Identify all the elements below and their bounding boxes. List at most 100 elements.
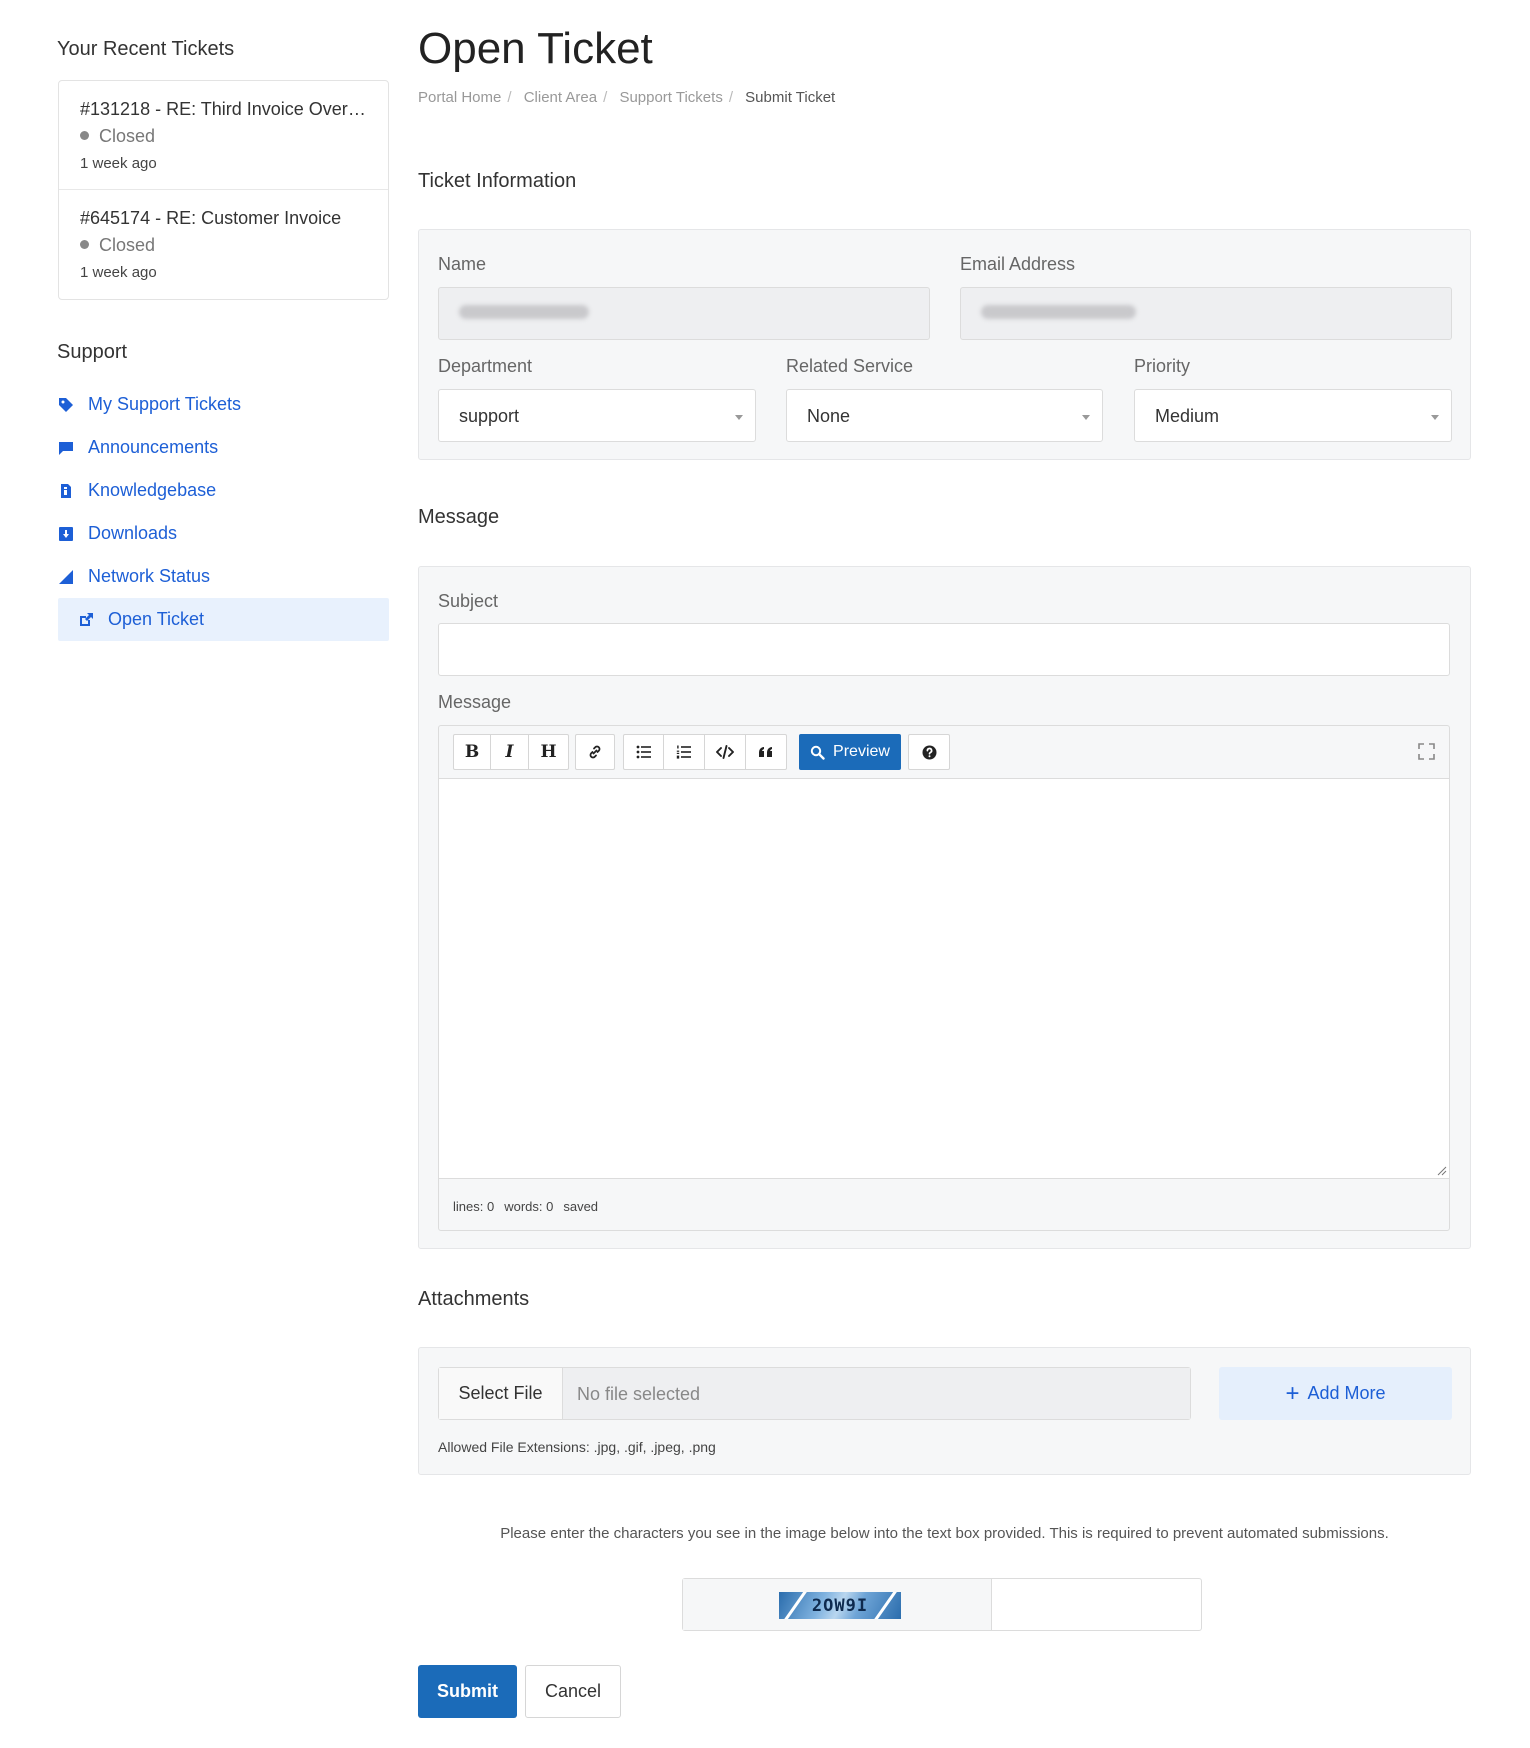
recent-ticket-item[interactable]: #131218 - RE: Third Invoice Overdue Noti… <box>59 81 388 189</box>
preview-label: Preview <box>833 743 890 760</box>
lines-count: lines: 0 <box>453 1199 495 1214</box>
ticket-status: Closed <box>80 126 155 147</box>
recent-tickets-list: #131218 - RE: Third Invoice Overdue Noti… <box>58 80 389 300</box>
italic-button[interactable]: I <box>491 734 529 770</box>
message-panel: Subject Message B I H Preview lines: 0 w… <box>418 566 1471 1249</box>
sidebar-item-label: Open Ticket <box>108 609 205 629</box>
email-value-redacted <box>981 305 1136 319</box>
ticket-title: #131218 - RE: Third Invoice Overdue Noti… <box>80 99 374 119</box>
file-input[interactable]: Select File No file selected <box>438 1367 1191 1420</box>
page-title: Open Ticket <box>418 24 653 73</box>
priority-label: Priority <box>1134 356 1191 376</box>
message-title: Message <box>418 506 500 528</box>
sidebar-item-downloads[interactable]: Downloads <box>58 512 389 555</box>
signal-icon <box>58 569 74 585</box>
sidebar-item-my-support-tickets[interactable]: My Support Tickets <box>58 383 389 426</box>
sidebar-item-label: Announcements <box>88 437 219 457</box>
select-file-button[interactable]: Select File <box>439 1368 563 1419</box>
support-title: Support <box>57 341 128 363</box>
department-value: support <box>459 406 520 426</box>
captcha-input[interactable] <box>993 1579 1201 1630</box>
sidebar-item-label: Knowledgebase <box>88 480 217 500</box>
help-button[interactable] <box>908 734 950 770</box>
subject-input[interactable] <box>438 623 1450 676</box>
file-status: No file selected <box>577 1384 701 1404</box>
department-select[interactable]: support <box>438 389 756 442</box>
quote-button[interactable] <box>746 734 787 770</box>
heading-button[interactable]: H <box>529 734 569 770</box>
allowed-extensions: Allowed File Extensions: .jpg, .gif, .jp… <box>438 1439 716 1455</box>
breadcrumb-client-area[interactable]: Client Area <box>524 89 597 106</box>
preview-button[interactable]: Preview <box>799 734 901 770</box>
breadcrumb-portal-home[interactable]: Portal Home <box>418 89 501 106</box>
bold-button[interactable]: B <box>453 734 491 770</box>
cancel-button[interactable]: Cancel <box>525 1665 621 1718</box>
name-value-redacted <box>459 305 589 319</box>
autosave-status: saved <box>563 1199 599 1214</box>
sidebar-item-announcements[interactable]: Announcements <box>58 426 389 469</box>
related-service-value: None <box>807 406 851 426</box>
email-label: Email Address <box>960 254 1076 274</box>
search-icon <box>810 745 825 760</box>
captcha-image-area: 2OW9I <box>683 1579 992 1630</box>
captcha-image: 2OW9I <box>779 1592 901 1619</box>
recent-tickets-title: Your Recent Tickets <box>57 38 235 60</box>
ticket-title: #645174 - RE: Customer Invoice <box>80 208 342 228</box>
editor-statusbar: lines: 0 words: 0 saved <box>453 1199 608 1214</box>
numbered-list-icon <box>676 745 691 759</box>
sidebar-item-label: Network Status <box>88 566 211 586</box>
chevron-down-icon <box>1431 415 1439 420</box>
status-dot-icon <box>80 131 89 140</box>
sidebar-item-label: My Support Tickets <box>88 394 242 414</box>
captcha-instructions: Please enter the characters you see in t… <box>500 1525 1389 1542</box>
ticket-information-title: Ticket Information <box>418 170 577 192</box>
bullet-list-icon <box>636 745 651 759</box>
sidebar-item-open-ticket[interactable]: Open Ticket <box>58 598 389 641</box>
breadcrumb-support-tickets[interactable]: Support Tickets <box>619 89 722 106</box>
email-field[interactable] <box>960 287 1452 340</box>
sidebar-item-network-status[interactable]: Network Status <box>58 555 389 598</box>
ticket-time: 1 week ago <box>80 264 157 281</box>
ticket-status: Closed <box>80 235 155 256</box>
book-icon <box>58 483 74 499</box>
message-textarea[interactable] <box>439 779 1449 1179</box>
code-icon <box>716 745 734 759</box>
code-button[interactable] <box>705 734 746 770</box>
captcha-group: 2OW9I <box>682 1578 1202 1631</box>
add-more-button[interactable]: + Add More <box>1219 1367 1452 1420</box>
question-circle-icon <box>922 745 936 759</box>
recent-ticket-item[interactable]: #645174 - RE: Customer Invoice Closed 1 … <box>59 189 388 297</box>
external-link-icon <box>78 612 94 628</box>
fullscreen-icon[interactable] <box>1418 743 1435 760</box>
plus-icon: + <box>1285 1379 1300 1407</box>
department-label: Department <box>438 356 533 376</box>
name-field[interactable] <box>438 287 930 340</box>
submit-button[interactable]: Submit <box>418 1665 517 1718</box>
breadcrumb: Portal Home / Client Area / Support Ticket… <box>418 89 836 106</box>
captcha-code: 2OW9I <box>811 1595 869 1616</box>
sidebar-item-knowledgebase[interactable]: Knowledgebase <box>58 469 389 512</box>
related-service-label: Related Service <box>786 356 914 376</box>
list-group <box>623 734 787 770</box>
add-more-label: Add More <box>1307 1383 1386 1403</box>
numbered-list-button[interactable] <box>664 734 705 770</box>
chevron-down-icon <box>735 415 743 420</box>
related-service-select[interactable]: None <box>786 389 1103 442</box>
format-group: B I H <box>453 734 569 770</box>
ticket-icon <box>58 397 74 413</box>
subject-label: Subject <box>438 591 499 611</box>
message-label: Message <box>438 692 512 712</box>
attachments-title: Attachments <box>418 1288 530 1310</box>
chevron-down-icon <box>1082 415 1090 420</box>
words-count: words: 0 <box>504 1199 554 1214</box>
editor-toolbar: B I H Preview <box>439 726 1449 779</box>
priority-select[interactable]: Medium <box>1134 389 1452 442</box>
ticket-information-panel: Name Email Address Department support Re… <box>418 229 1471 460</box>
breadcrumb-current: Submit Ticket <box>745 89 836 106</box>
resize-handle-icon[interactable] <box>1437 1166 1447 1176</box>
bullet-list-button[interactable] <box>623 734 664 770</box>
link-icon <box>589 745 601 759</box>
ticket-time: 1 week ago <box>80 155 157 172</box>
link-button[interactable] <box>575 734 615 770</box>
quote-icon <box>759 747 772 757</box>
